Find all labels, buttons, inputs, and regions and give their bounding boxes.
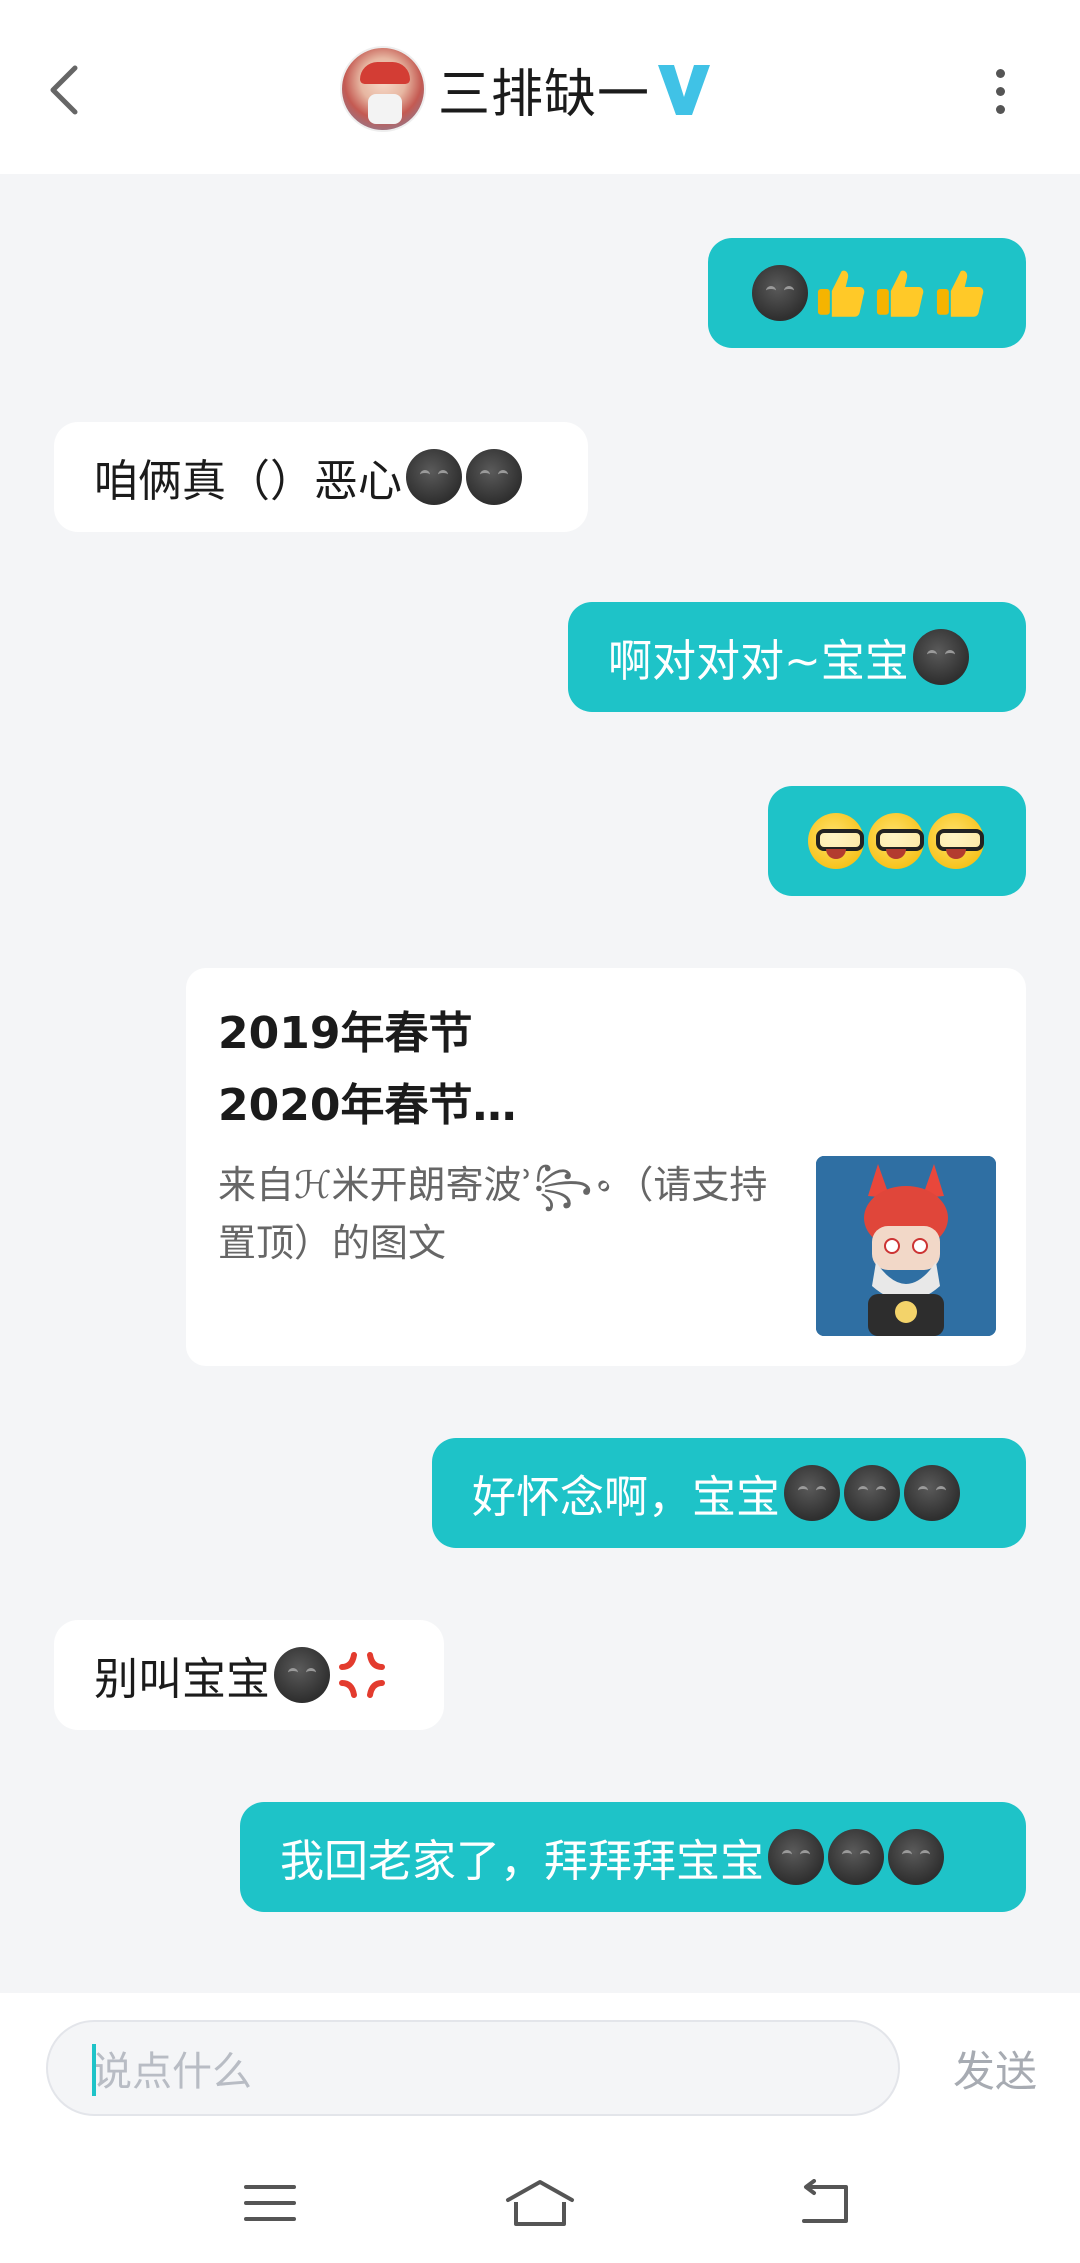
shared-post-source-line: 来自ℋ米开朗寄波ʾ꧂꠶（请支持 bbox=[218, 1163, 768, 1207]
menu-icon bbox=[244, 2185, 296, 2221]
text-caret bbox=[92, 2044, 96, 2096]
nerd-face-icon bbox=[928, 813, 984, 869]
dot bbox=[995, 86, 1005, 96]
back-nav-button[interactable] bbox=[784, 2173, 864, 2233]
message-text: 好怀念啊，宝宝 bbox=[472, 1472, 780, 1523]
system-navigation-bar bbox=[0, 2143, 1080, 2263]
thumbs-up-icon bbox=[876, 270, 924, 317]
send-button[interactable]: 发送 bbox=[940, 2033, 1050, 2103]
shared-post-source: 来自ℋ米开朗寄波ʾ꧂꠶（请支持 置顶）的图文 bbox=[218, 1156, 798, 1272]
smirk-face-icon bbox=[406, 449, 462, 505]
message-bubble-sent[interactable]: 啊对对对~宝宝 bbox=[568, 602, 1026, 712]
back-button[interactable] bbox=[30, 50, 100, 130]
message-bubble-sent[interactable] bbox=[708, 238, 1026, 348]
message-bubble-sent[interactable] bbox=[768, 786, 1026, 896]
shared-post-title: 2019年春节 2020年春节… bbox=[218, 998, 516, 1142]
message-bubble-received[interactable]: 别叫宝宝 bbox=[54, 1620, 444, 1730]
message-bubble-sent[interactable]: 好怀念啊，宝宝 bbox=[432, 1438, 1026, 1548]
contact-name: 三排缺一 bbox=[438, 64, 651, 125]
vip-v-icon bbox=[658, 65, 711, 115]
message-bubble-sent[interactable]: 我回老家了，拜拜拜宝宝 bbox=[240, 1802, 1026, 1912]
shared-post-title-line: 2020年春节… bbox=[218, 1080, 517, 1131]
menu-button[interactable] bbox=[230, 2173, 310, 2233]
thumbs-up-icon bbox=[817, 270, 864, 317]
dot bbox=[995, 104, 1005, 114]
message-input[interactable]: 说点什么 bbox=[46, 2020, 900, 2116]
back-icon bbox=[802, 2179, 848, 2223]
nerd-face-icon bbox=[868, 813, 924, 869]
message-bubble-received[interactable]: 咱俩真（）恶心 bbox=[54, 422, 588, 532]
message-text: 我回老家了，拜拜拜宝宝 bbox=[280, 1836, 764, 1887]
more-options-button[interactable] bbox=[970, 56, 1030, 126]
thumbs-up-icon bbox=[936, 270, 983, 317]
chat-header: 三排缺一 bbox=[0, 0, 1080, 174]
chevron-left-icon bbox=[50, 65, 78, 115]
message-text: 别叫宝宝 bbox=[94, 1654, 270, 1705]
shared-post-title-line: 2019年春节 bbox=[218, 1008, 473, 1059]
smirk-face-icon bbox=[912, 629, 969, 685]
smirk-face-icon bbox=[784, 1465, 840, 1521]
smirk-face-icon bbox=[888, 1829, 944, 1885]
nerd-face-icon bbox=[808, 813, 864, 869]
anger-symbol-icon bbox=[339, 1652, 385, 1698]
cartoon-character-icon bbox=[816, 1156, 996, 1336]
chat-title[interactable]: 三排缺一 bbox=[340, 44, 712, 134]
smirk-face-icon bbox=[752, 265, 808, 321]
message-composer: 说点什么 发送 bbox=[0, 1993, 1080, 2143]
smirk-face-icon bbox=[466, 449, 522, 505]
shared-post-card[interactable]: 2019年春节 2020年春节… 来自ℋ米开朗寄波ʾ꧂꠶（请支持 置顶）的图文 bbox=[186, 968, 1026, 1366]
avatar[interactable] bbox=[340, 46, 426, 132]
smirk-face-icon bbox=[828, 1829, 884, 1885]
smirk-face-icon bbox=[274, 1647, 330, 1703]
message-text: 啊对对对~宝宝 bbox=[608, 636, 909, 687]
message-input-placeholder: 说点什么 bbox=[92, 2049, 252, 2095]
smirk-face-icon bbox=[904, 1465, 960, 1521]
smirk-face-icon bbox=[844, 1465, 900, 1521]
dot bbox=[995, 68, 1005, 78]
smirk-face-icon bbox=[768, 1829, 824, 1885]
shared-post-source-line: 置顶）的图文 bbox=[218, 1221, 447, 1265]
home-icon bbox=[506, 2180, 574, 2226]
shared-post-thumbnail bbox=[816, 1156, 996, 1336]
home-button[interactable] bbox=[500, 2173, 580, 2233]
message-text: 咱俩真（）恶心 bbox=[94, 456, 402, 507]
